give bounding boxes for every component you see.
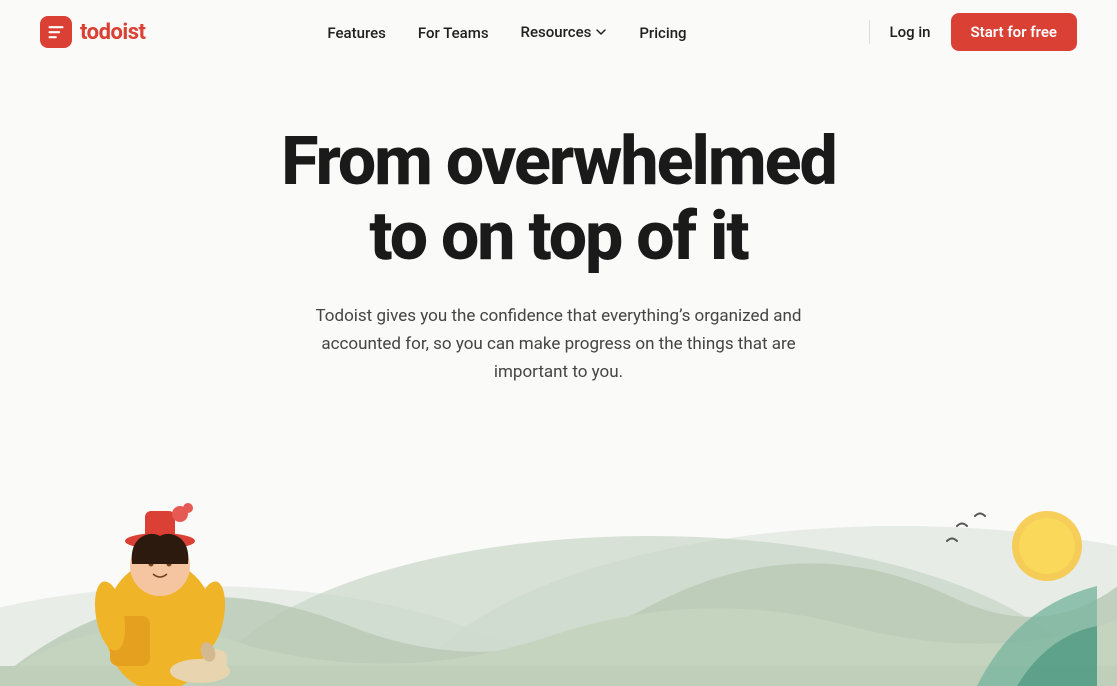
hero-subtitle: Todoist gives you the confidence that ev… xyxy=(299,302,819,386)
pricing-link[interactable]: Pricing xyxy=(639,24,686,42)
start-for-free-button[interactable]: Start for free xyxy=(951,13,1077,51)
hero-title: From overwhelmed to on top of it xyxy=(281,124,836,274)
nav-right: Log in Start for free xyxy=(869,13,1077,51)
illustration-area xyxy=(0,466,1117,686)
nav-item-pricing[interactable]: Pricing xyxy=(639,23,686,42)
resources-link[interactable]: Resources xyxy=(521,23,608,41)
character-left xyxy=(60,476,260,686)
nav-item-for-teams[interactable]: For Teams xyxy=(418,23,489,42)
nav-links: Features For Teams Resources Pricing xyxy=(327,23,686,42)
for-teams-link[interactable]: For Teams xyxy=(418,24,489,42)
logo-icon xyxy=(40,16,72,48)
features-link[interactable]: Features xyxy=(327,24,385,42)
hero-section: From overwhelmed to on top of it Todoist… xyxy=(0,64,1117,406)
nav-divider xyxy=(869,20,870,44)
logo-text: todoist xyxy=(80,20,145,45)
nav-item-resources[interactable]: Resources xyxy=(521,23,608,41)
character-right xyxy=(897,486,1097,686)
navbar: todoist Features For Teams Resources Pri… xyxy=(0,0,1117,64)
logo-link[interactable]: todoist xyxy=(40,16,145,48)
nav-item-features[interactable]: Features xyxy=(327,23,385,42)
chevron-down-icon xyxy=(595,26,607,38)
login-link[interactable]: Log in xyxy=(890,23,931,41)
